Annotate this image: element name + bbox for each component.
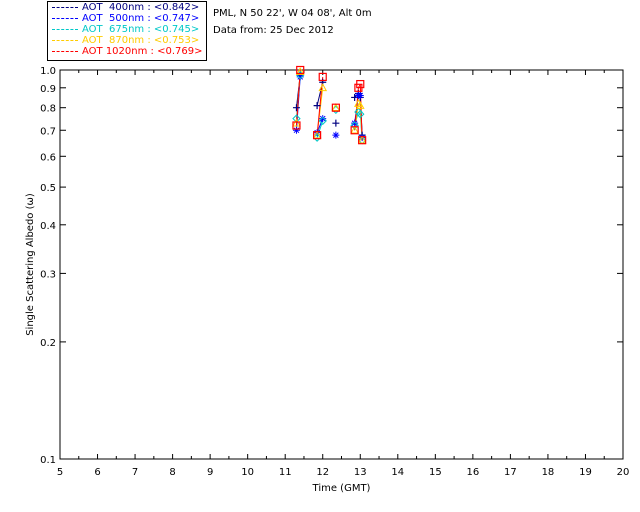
series-2-point <box>331 105 341 115</box>
x-tick-label: 16 <box>466 467 479 478</box>
x-tick-label: 12 <box>316 467 329 478</box>
x-tick-label: 13 <box>354 467 367 478</box>
legend-label-675nm: AOT 675nm : <0.745> <box>82 24 200 35</box>
legend-entry-400nm: AOT 400nm : <0.842> <box>48 2 206 13</box>
x-tick-label: 20 <box>617 467 630 478</box>
x-axis-label: Time (GMT) <box>312 483 371 494</box>
series-1-point <box>332 131 340 139</box>
legend-line-675nm <box>52 29 78 30</box>
y-tick-label: 0.4 <box>40 221 56 232</box>
y-tick-label: 0.9 <box>40 84 56 95</box>
x-tick-label: 14 <box>391 467 404 478</box>
series-1-point <box>292 126 300 134</box>
series-1-point <box>319 115 327 123</box>
series-1-point <box>351 119 359 127</box>
date-info: Data from: 25 Dec 2012 <box>213 25 334 36</box>
x-tick-label: 6 <box>94 467 100 478</box>
y-tick-label: 0.1 <box>40 455 56 466</box>
y-tick-label: 0.6 <box>40 152 56 163</box>
chart-legend: AOT 400nm : <0.842> AOT 500nm : <0.747> … <box>47 1 207 61</box>
series-0-point <box>332 119 340 127</box>
plot-frame <box>59 69 624 460</box>
y-tick-label: 0.7 <box>40 126 56 137</box>
legend-entry-675nm: AOT 675nm : <0.745> <box>48 24 206 35</box>
y-tick-label: 1.0 <box>40 66 56 77</box>
x-tick-label: 11 <box>279 467 292 478</box>
legend-label-1020nm: AOT 1020nm : <0.769> <box>82 46 203 57</box>
y-tick-label: 0.2 <box>40 338 56 349</box>
x-tick-label: 15 <box>429 467 442 478</box>
legend-entry-1020nm: AOT 1020nm : <0.769> <box>48 46 206 57</box>
legend-label-870nm: AOT 870nm : <0.753> <box>82 35 200 46</box>
legend-line-870nm <box>52 40 78 41</box>
x-tick-label: 5 <box>57 467 63 478</box>
series-3-point <box>331 103 341 111</box>
legend-line-500nm <box>52 18 78 19</box>
series-0-point <box>292 104 300 112</box>
x-tick-label: 9 <box>207 467 213 478</box>
x-tick-label: 18 <box>542 467 555 478</box>
x-tick-label: 10 <box>241 467 254 478</box>
y-tick-label: 0.3 <box>40 269 56 280</box>
x-tick-label: 19 <box>579 467 592 478</box>
y-tick-label: 0.5 <box>40 183 56 194</box>
x-tick-label: 17 <box>504 467 517 478</box>
y-axis-label: Single Scattering Albedo (ω) <box>25 193 36 336</box>
chart-plot: 5 6 7 8 9 10 11 12 13 14 15 16 17 18 19 20 0.1 0.2 0.3 0.4 0… <box>25 65 630 494</box>
legend-line-1020nm <box>52 51 78 52</box>
legend-label-400nm: AOT 400nm : <0.842> <box>82 2 200 13</box>
site-info: PML, N 50 22', W 04 08', Alt 0m <box>213 8 372 19</box>
legend-line-400nm <box>52 7 78 8</box>
x-tick-label: 7 <box>132 467 138 478</box>
y-tick-label: 0.8 <box>40 104 56 115</box>
legend-entry-870nm: AOT 870nm : <0.753> <box>48 35 206 46</box>
x-tick-label: 8 <box>169 467 175 478</box>
legend-entry-500nm: AOT 500nm : <0.747> <box>48 13 206 24</box>
legend-label-500nm: AOT 500nm : <0.747> <box>82 13 200 24</box>
